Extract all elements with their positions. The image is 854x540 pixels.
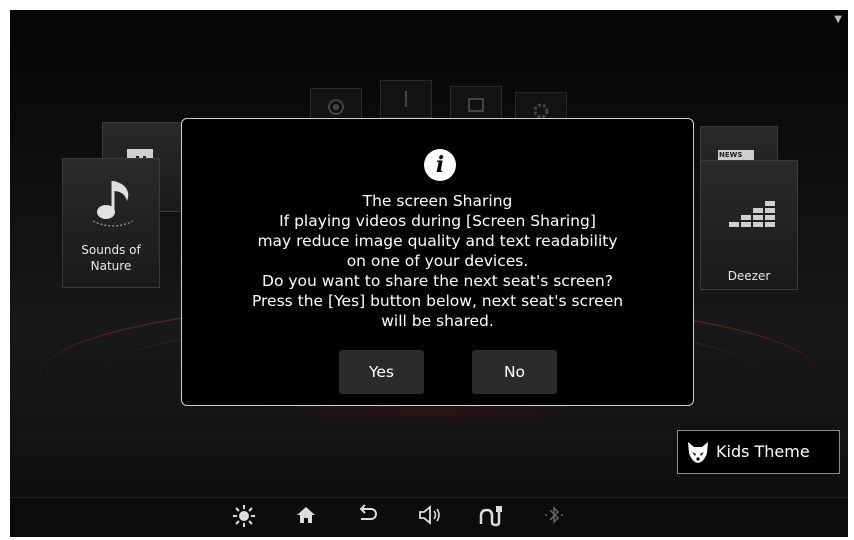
moon-icon[interactable]: [168, 504, 198, 530]
tile-label-line2: Nature: [90, 259, 132, 273]
equalizer-icon: [729, 201, 775, 227]
screenshot-frame: ▼ Sounds of Nature NEWS Deezer i The scr…: [0, 0, 854, 540]
headphone-jack-icon[interactable]: [476, 504, 506, 530]
back-icon[interactable]: [353, 504, 383, 530]
bluetooth-icon[interactable]: [539, 504, 569, 530]
dialog-message-line-4: on one of your devices.: [346, 252, 529, 270]
dialog-message-line-1: The screen Sharing: [362, 192, 513, 210]
screen-sharing-dialog: i The screen Sharing If playing videos d…: [181, 118, 694, 406]
signal-triangle-icon: ▼: [834, 14, 842, 25]
dialog-message-line-7: will be shared.: [381, 312, 494, 330]
dialog-message-line-5: Do you want to share the next seat's scr…: [262, 272, 613, 290]
ghost-tile-antenna: [380, 80, 432, 118]
news-caption: NEWS: [719, 151, 743, 159]
tile-label-deezer: Deezer: [727, 269, 771, 283]
dialog-message-line-2: If playing videos during [Screen Sharing…: [279, 212, 596, 230]
tile-label-line1: Sounds of: [81, 243, 141, 257]
no-button[interactable]: No: [472, 350, 557, 394]
home-icon[interactable]: [291, 504, 321, 530]
head-unit-screen: ▼ Sounds of Nature NEWS Deezer i The scr…: [10, 10, 848, 537]
fox-icon: [688, 442, 708, 463]
kids-theme-label: Kids Theme: [716, 442, 810, 461]
info-icon: i: [424, 149, 456, 181]
music-note-icon: [92, 181, 134, 227]
bottom-bar: [10, 497, 848, 537]
app-tile-deezer[interactable]: Deezer: [700, 160, 798, 290]
brightness-icon[interactable]: [229, 504, 259, 530]
dialog-message-line-6: Press the [Yes] button below, next seat'…: [251, 292, 624, 310]
yes-button[interactable]: Yes: [339, 350, 424, 394]
volume-icon[interactable]: [415, 504, 445, 530]
dialog-message-line-3: may reduce image quality and text readab…: [257, 232, 618, 250]
app-tile-sounds-of-nature[interactable]: Sounds of Nature: [62, 158, 160, 288]
kids-theme-button[interactable]: Kids Theme: [677, 430, 840, 474]
